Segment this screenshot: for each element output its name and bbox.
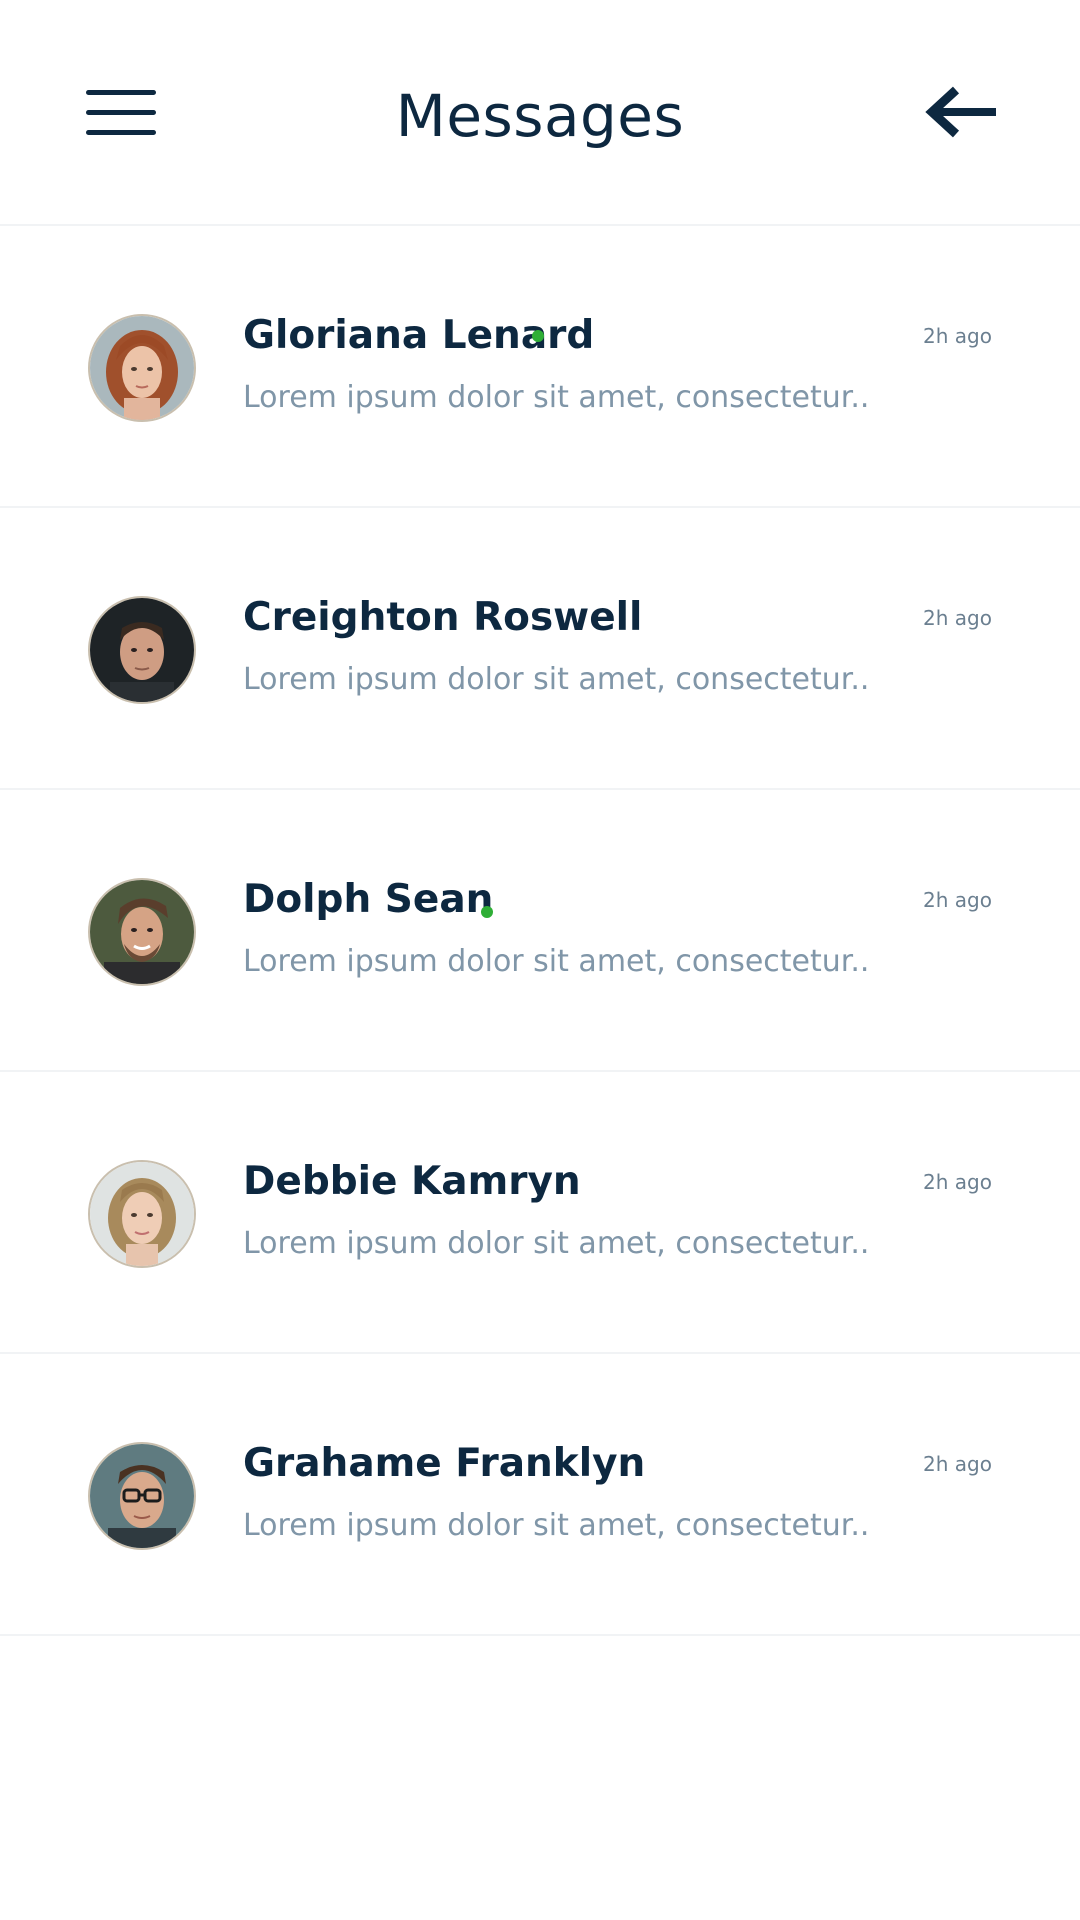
online-status-dot <box>481 906 493 918</box>
message-preview: Lorem ipsum dolor sit amet, consectetur.… <box>243 380 870 415</box>
message-time: 2h ago <box>923 324 992 348</box>
message-preview: Lorem ipsum dolor sit amet, consectetur.… <box>243 662 870 697</box>
arrow-left-icon <box>925 86 996 138</box>
avatar <box>88 596 196 704</box>
message-time: 2h ago <box>923 1170 992 1194</box>
conversation-item[interactable]: Gloriana Lenard Lorem ipsum dolor sit am… <box>0 226 1080 508</box>
message-preview: Lorem ipsum dolor sit amet, consectetur.… <box>243 1226 870 1261</box>
conversation-item[interactable]: Debbie Kamryn Lorem ipsum dolor sit amet… <box>0 1072 1080 1354</box>
message-preview: Lorem ipsum dolor sit amet, consectetur.… <box>243 944 870 979</box>
back-button[interactable] <box>920 80 1000 144</box>
contact-name: Grahame Franklyn <box>243 1441 646 1486</box>
avatar <box>88 878 196 986</box>
conversation-item[interactable]: Dolph Sean Lorem ipsum dolor sit amet, c… <box>0 790 1080 1072</box>
avatar <box>88 1160 196 1268</box>
conversation-list: Gloriana Lenard Lorem ipsum dolor sit am… <box>0 226 1080 1636</box>
conversation-item[interactable]: Grahame Franklyn Lorem ipsum dolor sit a… <box>0 1354 1080 1636</box>
online-status-dot <box>532 330 544 342</box>
message-preview: Lorem ipsum dolor sit amet, consectetur.… <box>243 1508 870 1543</box>
message-time: 2h ago <box>923 1452 992 1476</box>
app-header: Messages <box>0 0 1080 226</box>
message-time: 2h ago <box>923 606 992 630</box>
contact-name: Creighton Roswell <box>243 595 643 640</box>
message-time: 2h ago <box>923 888 992 912</box>
contact-name: Dolph Sean <box>243 877 494 922</box>
contact-name: Debbie Kamryn <box>243 1159 581 1204</box>
avatar <box>88 314 196 422</box>
avatar <box>88 1442 196 1550</box>
conversation-item[interactable]: Creighton Roswell Lorem ipsum dolor sit … <box>0 508 1080 790</box>
page-title: Messages <box>395 82 685 150</box>
